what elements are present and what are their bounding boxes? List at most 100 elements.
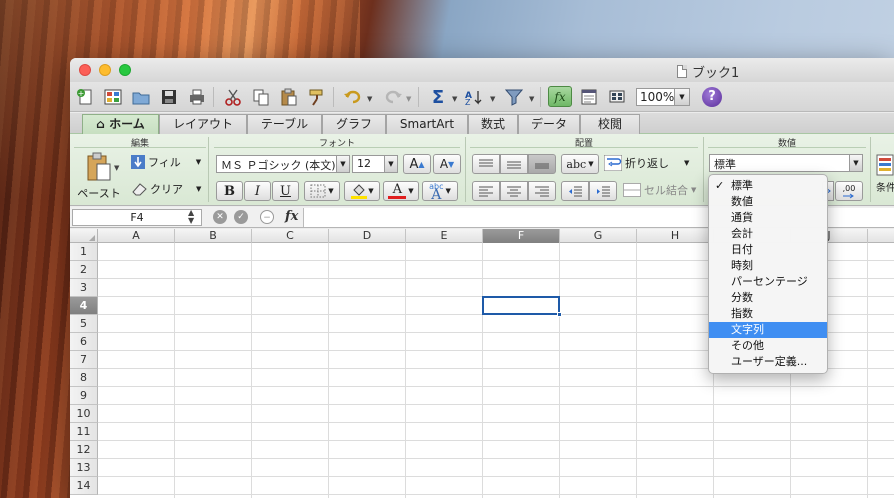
menu-item[interactable]: 時刻 — [709, 258, 827, 274]
menu-item[interactable]: その他 — [709, 338, 827, 354]
menu-item[interactable]: 日付 — [709, 242, 827, 258]
confirm-entry-icon[interactable]: ✓ — [234, 210, 248, 224]
autosum-icon[interactable]: Σ — [427, 86, 449, 108]
orientation-button[interactable]: abc ▼ — [561, 154, 599, 174]
row-header[interactable]: 12 — [70, 441, 98, 459]
menu-item[interactable]: 数値 — [709, 194, 827, 210]
tab-layout[interactable]: レイアウト — [159, 114, 247, 134]
menu-item[interactable]: 指数 — [709, 306, 827, 322]
tab-smartart[interactable]: SmartArt — [386, 114, 468, 134]
align-center-button[interactable] — [500, 181, 528, 201]
help-button[interactable]: ? — [702, 87, 722, 107]
row-header[interactable]: 11 — [70, 423, 98, 441]
menu-item[interactable]: ✓ 標準 — [709, 178, 827, 194]
fill-handle[interactable] — [557, 312, 562, 317]
clear-dropdown-icon[interactable]: ▼ — [196, 185, 201, 193]
column-header[interactable]: F — [483, 229, 560, 243]
cancel-entry-icon[interactable]: ✕ — [213, 210, 227, 224]
tab-chart[interactable]: グラフ — [322, 114, 386, 134]
font-color-button[interactable]: A ▼ — [383, 181, 419, 201]
font-size-select[interactable]: 12 ▼ — [352, 155, 398, 173]
menu-item[interactable]: 会計 — [709, 226, 827, 242]
autosum-dropdown-icon[interactable]: ▼ — [452, 95, 457, 103]
conditional-format-button[interactable]: 条件 — [876, 154, 894, 200]
row-header[interactable]: 10 — [70, 405, 98, 423]
name-box[interactable]: F4 — [72, 209, 202, 226]
name-box-stepper-icon[interactable]: ▲ ▼ — [188, 209, 194, 225]
save-icon[interactable] — [158, 86, 180, 108]
sort-dropdown-icon[interactable]: ▼ — [490, 95, 495, 103]
column-header[interactable]: G — [560, 229, 637, 243]
shrink-font-button[interactable]: A ▼ — [433, 154, 461, 174]
undo-icon[interactable] — [342, 86, 364, 108]
column-header[interactable]: H — [637, 229, 714, 243]
font-name-select[interactable]: ＭＳ Ｐゴシック (本文) ▼ — [216, 155, 350, 173]
font-size-dropdown-icon[interactable]: ▼ — [384, 156, 397, 172]
formula-builder-icon[interactable]: − — [260, 210, 274, 224]
paste-icon[interactable] — [278, 86, 300, 108]
new-workbook-icon[interactable]: + — [74, 86, 96, 108]
borders-button[interactable]: ▼ — [304, 181, 340, 201]
zoom-dropdown-icon[interactable]: ▼ — [674, 89, 689, 105]
menu-item[interactable]: ユーザー定義... — [709, 354, 827, 370]
tab-home[interactable]: ⌂ ホーム — [82, 114, 159, 134]
zoom-button[interactable] — [119, 64, 131, 76]
underline-button[interactable]: U — [272, 181, 299, 201]
row-header[interactable]: 5 — [70, 315, 98, 333]
select-all-corner[interactable] — [70, 229, 98, 243]
paste-button[interactable]: ペースト — [76, 152, 122, 200]
media-browser-icon[interactable] — [606, 86, 628, 108]
column-header[interactable]: E — [406, 229, 483, 243]
column-header[interactable]: D — [329, 229, 406, 243]
tab-formulas[interactable]: 数式 — [468, 114, 518, 134]
align-top-button[interactable] — [472, 154, 500, 174]
decrease-indent-button[interactable] — [561, 181, 589, 201]
cut-icon[interactable] — [222, 86, 244, 108]
bold-button[interactable]: B — [216, 181, 243, 201]
row-header[interactable]: 2 — [70, 261, 98, 279]
number-format-select[interactable]: 標準 ▼ — [709, 154, 863, 172]
copy-icon[interactable] — [250, 86, 272, 108]
close-button[interactable] — [79, 64, 91, 76]
active-cell[interactable] — [482, 296, 560, 315]
align-left-button[interactable] — [472, 181, 500, 201]
row-header[interactable]: 4 — [70, 297, 98, 315]
align-bottom-button[interactable] — [528, 154, 556, 174]
sort-icon[interactable]: AZ — [463, 86, 485, 108]
gallery-icon[interactable] — [102, 86, 124, 108]
menu-item[interactable]: 分数 — [709, 290, 827, 306]
menu-item[interactable]: パーセンテージ — [709, 274, 827, 290]
paste-dropdown-icon[interactable]: ▼ — [114, 164, 119, 172]
row-header[interactable]: 14 — [70, 477, 98, 495]
align-middle-button[interactable] — [500, 154, 528, 174]
row-header[interactable]: 1 — [70, 243, 98, 261]
fill-button[interactable]: フィル ▼ — [131, 154, 201, 170]
row-header[interactable]: 13 — [70, 459, 98, 477]
filter-icon[interactable] — [503, 86, 525, 108]
menu-item[interactable]: 通貨 — [709, 210, 827, 226]
wrap-text-button[interactable]: 折り返し ▼ — [604, 155, 689, 171]
column-header[interactable]: A — [98, 229, 175, 243]
formula-builder-toggle[interactable]: fx — [548, 86, 572, 107]
increase-indent-button[interactable] — [589, 181, 617, 201]
row-header[interactable]: 6 — [70, 333, 98, 351]
row-header[interactable]: 8 — [70, 369, 98, 387]
tab-data[interactable]: データ — [518, 114, 580, 134]
grow-font-button[interactable]: A ▲ — [403, 154, 431, 174]
menu-item[interactable]: 文字列 — [709, 322, 827, 338]
tab-review[interactable]: 校閲 — [580, 114, 640, 134]
column-header[interactable]: B — [175, 229, 252, 243]
number-format-dropdown-icon[interactable]: ▼ — [849, 155, 862, 171]
open-folder-icon[interactable] — [130, 86, 152, 108]
row-header[interactable]: 3 — [70, 279, 98, 297]
filter-dropdown-icon[interactable]: ▼ — [529, 95, 534, 103]
format-painter-icon[interactable] — [306, 86, 328, 108]
tab-table[interactable]: テーブル — [247, 114, 322, 134]
minimize-button[interactable] — [99, 64, 111, 76]
align-right-button[interactable] — [528, 181, 556, 201]
fill-dropdown-icon[interactable]: ▼ — [196, 158, 201, 166]
row-header[interactable]: 7 — [70, 351, 98, 369]
increase-decimal-button[interactable]: ,00 — [835, 181, 863, 201]
font-name-dropdown-icon[interactable]: ▼ — [336, 156, 349, 172]
print-icon[interactable] — [186, 86, 208, 108]
